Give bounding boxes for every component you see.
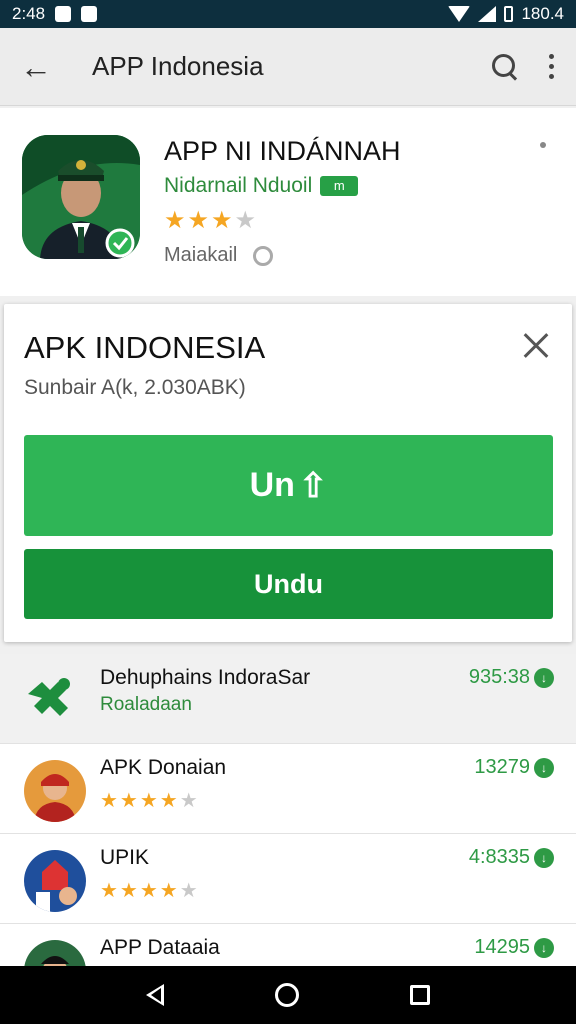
toolbar-title: APP Indonesia [92,51,264,81]
notification-icon [81,6,98,22]
install-button-label: Un [249,466,295,504]
download-icon: ↓ [534,667,554,688]
avatar-icon [24,850,86,912]
battery-level: 180.4 [521,4,564,23]
status-time: 2:48 [12,4,46,23]
list-item-rating: ★★★★★ [100,880,200,902]
navigation-bar [0,966,576,1024]
wifi-icon [448,6,471,22]
app-icon [22,135,140,259]
star-icon: ★ [234,207,259,234]
list-item-rating: ★★★★★ [100,790,200,812]
app-name: APP NI INDÁNNAH [164,136,401,166]
download-count: 4:8335 ↓ [469,846,554,869]
app-list: Dehuphains IndoraSar Roaladaan 935:38 ↓ … [0,654,576,966]
list-item-name: APP Dataaia [100,936,220,959]
settings-icon [253,245,274,266]
search-icon[interactable] [490,52,520,82]
dialog-subtitle: Sunbair A(k, 2.030ABK) [24,376,246,399]
nav-recents-icon[interactable] [410,985,431,1005]
install-button[interactable]: Un ⇧ [24,435,553,536]
list-item[interactable]: UPIK ★★★★★ 4:8335 ↓ [0,834,576,924]
download-count: 935:38 ↓ [469,666,554,689]
more-dot-icon[interactable] [540,142,546,148]
verified-badge: m [320,176,359,196]
close-icon[interactable] [522,332,550,360]
puzzle-icon [24,672,80,720]
list-item-sub: Roaladaan [100,694,192,715]
download-count-value: 935:38 [468,666,530,688]
app-header: APP NI INDÁNNAH Nidarnail Nduoil m ★★★★ … [0,108,576,296]
nav-home-icon[interactable] [274,983,299,1007]
nav-back-icon[interactable] [145,984,164,1006]
download-count: 14295 ↓ [474,936,554,959]
star-icon: ★ [211,207,235,234]
list-item[interactable]: Dehuphains IndoraSar Roaladaan 935:38 ↓ [0,654,576,744]
list-item-name: UPIK [100,846,150,869]
app-toolbar: ← APP Indonesia [0,28,576,106]
list-item-name: APK Donaian [100,756,227,779]
download-count-value: 14295 [474,936,530,958]
developer-link[interactable]: Nidarnail Nduoil m [164,174,359,198]
download-count-value: 13279 [474,756,530,778]
star-icon: ★ [187,207,212,234]
more-vert-icon[interactable] [546,54,556,79]
signal-icon [478,6,497,22]
status-bar: 2:48 180.4 [0,0,576,28]
list-item-name: Dehuphains IndoraSar [100,666,311,689]
upload-arrow-icon: ⇧ [298,466,328,505]
notification-icon [55,6,72,22]
download-count: 13279 ↓ [474,756,554,779]
download-button-label: Undu [254,568,323,599]
star-icon: ★ [164,207,188,234]
developer-name[interactable]: Nidarnail Nduoil [164,174,312,198]
avatar-icon [24,760,86,822]
meta-label: Maiakail [164,244,238,266]
download-icon: ↓ [534,757,554,778]
avatar-icon [24,940,86,966]
app-meta: Maiakail [164,244,274,267]
download-button[interactable]: Undu [24,549,553,619]
list-item[interactable]: APK Donaian ★★★★★ 13279 ↓ [0,744,576,834]
back-arrow-icon[interactable]: ← [20,51,60,83]
download-icon: ↓ [534,847,554,868]
list-item[interactable]: APP Dataaia ★★★★★ 14295 ↓ [0,924,576,966]
download-count-value: 4:8335 [468,846,530,868]
download-dialog: APK INDONESIA Sunbair A(k, 2.030ABK) Un … [4,304,572,642]
dialog-title: APK INDONESIA [24,330,266,365]
download-icon: ↓ [534,937,554,958]
app-rating: ★★★★ [164,206,258,235]
battery-icon [504,6,514,22]
